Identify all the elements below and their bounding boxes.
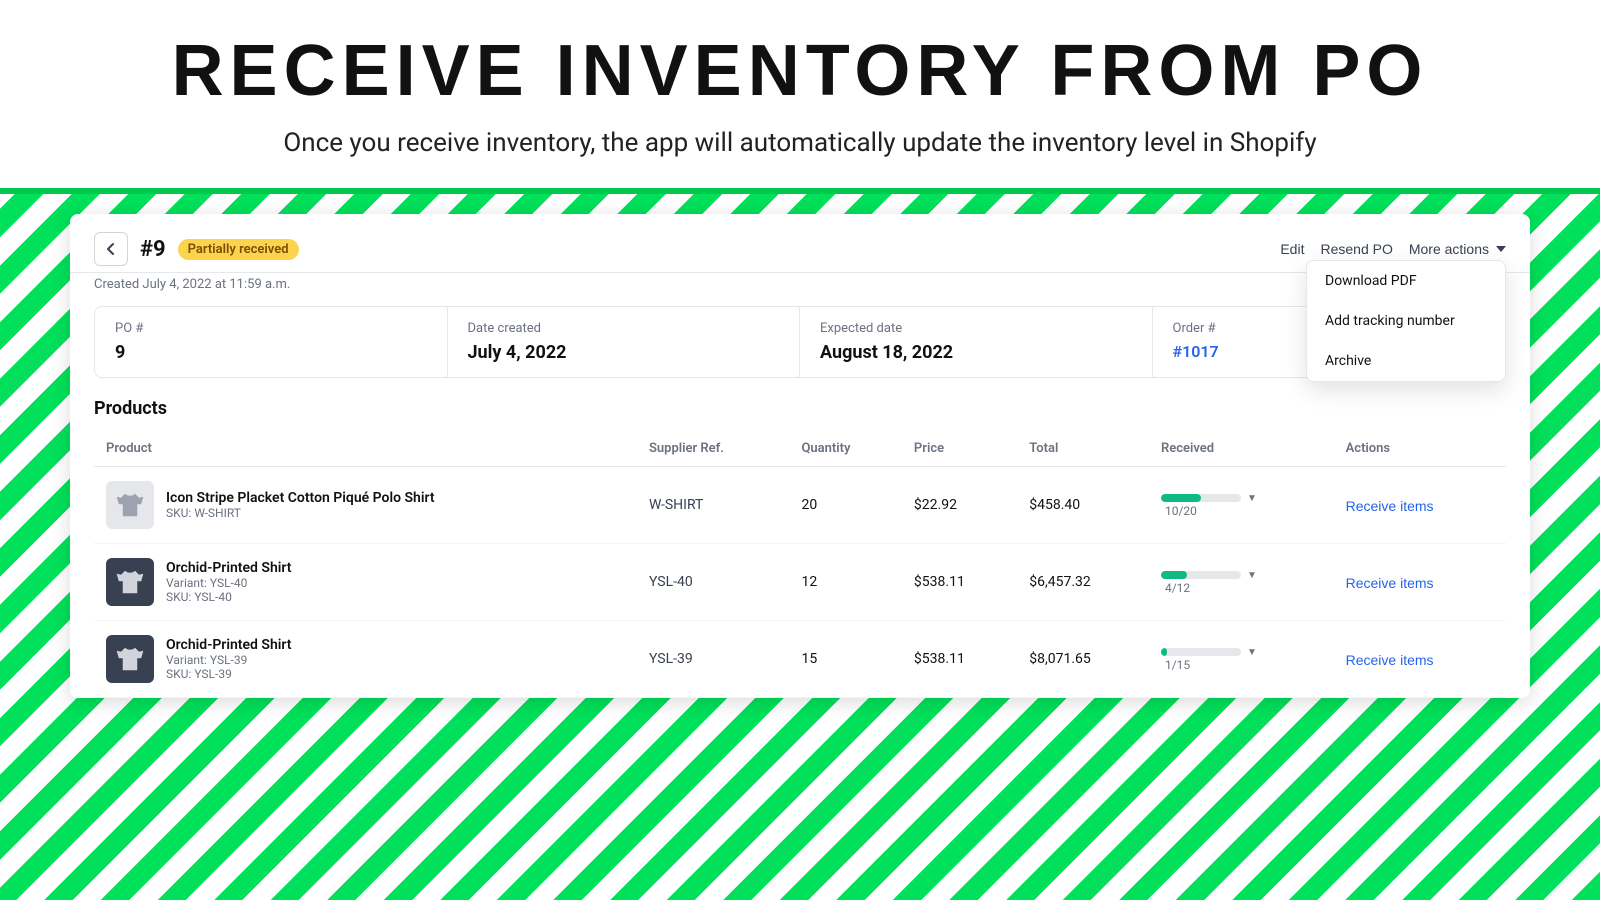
dropdown-menu: Download PDF Add tracking number Archive xyxy=(1306,260,1506,382)
received-count: 10/20 xyxy=(1165,504,1322,518)
progress-container: ▼ xyxy=(1161,493,1322,504)
total-cell: $6,457.32 xyxy=(1017,544,1149,621)
product-sku: SKU: YSL-40 xyxy=(166,590,291,604)
product-details: Icon Stripe Placket Cotton Piqué Polo Sh… xyxy=(166,490,435,520)
products-title: Products xyxy=(94,398,1506,419)
card-header: #9 Partially received Edit Resend PO Mor… xyxy=(70,214,1530,273)
quantity-cell: 15 xyxy=(789,621,901,698)
total-cell: $458.40 xyxy=(1017,467,1149,544)
header-actions: Edit Resend PO More actions xyxy=(1280,235,1506,263)
expected-date-value: August 18, 2022 xyxy=(820,342,1132,363)
progress-bar-fill xyxy=(1161,571,1187,579)
supplier-ref-cell: YSL-39 xyxy=(637,621,790,698)
product-name: Orchid-Printed Shirt xyxy=(166,560,291,576)
back-button[interactable] xyxy=(94,232,128,266)
product-name: Orchid-Printed Shirt xyxy=(166,637,291,653)
supplier-ref-cell: YSL-40 xyxy=(637,544,790,621)
col-actions: Actions xyxy=(1334,431,1506,467)
product-cell: Orchid-Printed Shirt Variant: YSL-40 SKU… xyxy=(94,544,637,621)
progress-bar-fill xyxy=(1161,648,1167,656)
total-cell: $8,071.65 xyxy=(1017,621,1149,698)
po-number-value: 9 xyxy=(115,342,427,363)
progress-dropdown-icon[interactable]: ▼ xyxy=(1247,493,1257,504)
price-cell: $22.92 xyxy=(902,467,1017,544)
product-variant: Variant: YSL-39 xyxy=(166,653,291,667)
received-cell: ▼ 1/15 xyxy=(1149,621,1334,698)
date-created-cell: Date created July 4, 2022 xyxy=(448,307,801,377)
product-name: Icon Stripe Placket Cotton Piqué Polo Sh… xyxy=(166,490,435,506)
expected-date-label: Expected date xyxy=(820,321,1132,336)
date-created-label: Date created xyxy=(468,321,780,336)
more-actions-button[interactable]: More actions xyxy=(1409,235,1506,263)
supplier-ref-cell: W-SHIRT xyxy=(637,467,790,544)
products-table: Product Supplier Ref. Quantity Price Tot… xyxy=(94,431,1506,698)
po-info-grid: PO # 9 Date created July 4, 2022 Expecte… xyxy=(94,306,1506,378)
actions-cell: Receive items xyxy=(1334,544,1506,621)
product-variant: Variant: YSL-40 xyxy=(166,576,291,590)
receive-items-button[interactable]: Receive items xyxy=(1346,575,1434,591)
received-count: 1/15 xyxy=(1165,658,1322,672)
po-number-label: PO # xyxy=(115,321,427,336)
product-sku: SKU: W-SHIRT xyxy=(166,506,435,520)
chevron-down-icon xyxy=(1496,246,1506,252)
price-cell: $538.11 xyxy=(902,544,1017,621)
top-banner: RECEIVE INVENTORY FROM PO Once you recei… xyxy=(0,0,1600,194)
edit-button[interactable]: Edit xyxy=(1280,235,1304,263)
expected-date-cell: Expected date August 18, 2022 xyxy=(800,307,1153,377)
dropdown-add-tracking[interactable]: Add tracking number xyxy=(1307,301,1505,341)
page-title: RECEIVE INVENTORY FROM PO xyxy=(20,30,1580,112)
col-quantity: Quantity xyxy=(789,431,901,467)
received-cell: ▼ 10/20 xyxy=(1149,467,1334,544)
actions-cell: Receive items xyxy=(1334,621,1506,698)
col-product: Product xyxy=(94,431,637,467)
receive-items-button[interactable]: Receive items xyxy=(1346,652,1434,668)
product-info: Orchid-Printed Shirt Variant: YSL-39 SKU… xyxy=(106,635,625,683)
main-card: #9 Partially received Edit Resend PO Mor… xyxy=(70,214,1530,698)
progress-container: ▼ xyxy=(1161,647,1322,658)
progress-bar-wrapper xyxy=(1161,494,1241,502)
col-price: Price xyxy=(902,431,1017,467)
dropdown-download-pdf[interactable]: Download PDF xyxy=(1307,261,1505,301)
page-subtitle: Once you receive inventory, the app will… xyxy=(20,124,1580,163)
status-badge: Partially received xyxy=(178,239,299,260)
col-received: Received xyxy=(1149,431,1334,467)
progress-dropdown-icon[interactable]: ▼ xyxy=(1247,570,1257,581)
product-sku: SKU: YSL-39 xyxy=(166,667,291,681)
progress-dropdown-icon[interactable]: ▼ xyxy=(1247,647,1257,658)
product-details: Orchid-Printed Shirt Variant: YSL-40 SKU… xyxy=(166,560,291,604)
product-details: Orchid-Printed Shirt Variant: YSL-39 SKU… xyxy=(166,637,291,681)
product-info: Orchid-Printed Shirt Variant: YSL-40 SKU… xyxy=(106,558,625,606)
price-cell: $538.11 xyxy=(902,621,1017,698)
quantity-cell: 20 xyxy=(789,467,901,544)
po-number: #9 xyxy=(140,237,166,262)
progress-bar-fill xyxy=(1161,494,1201,502)
product-cell: Orchid-Printed Shirt Variant: YSL-39 SKU… xyxy=(94,621,637,698)
product-image xyxy=(106,635,154,683)
progress-bar-wrapper xyxy=(1161,571,1241,579)
actions-cell: Receive items xyxy=(1334,467,1506,544)
progress-bar-wrapper xyxy=(1161,648,1241,656)
product-cell: Icon Stripe Placket Cotton Piqué Polo Sh… xyxy=(94,467,637,544)
col-total: Total xyxy=(1017,431,1149,467)
receive-items-button[interactable]: Receive items xyxy=(1346,498,1434,514)
col-supplier-ref: Supplier Ref. xyxy=(637,431,790,467)
received-count: 4/12 xyxy=(1165,581,1322,595)
received-cell: ▼ 4/12 xyxy=(1149,544,1334,621)
product-info: Icon Stripe Placket Cotton Piqué Polo Sh… xyxy=(106,481,625,529)
progress-container: ▼ xyxy=(1161,570,1322,581)
po-number-cell: PO # 9 xyxy=(95,307,448,377)
table-row: Orchid-Printed Shirt Variant: YSL-39 SKU… xyxy=(94,621,1506,698)
table-row: Orchid-Printed Shirt Variant: YSL-40 SKU… xyxy=(94,544,1506,621)
products-section: Products Product Supplier Ref. Quantity … xyxy=(70,398,1530,698)
quantity-cell: 12 xyxy=(789,544,901,621)
dropdown-archive[interactable]: Archive xyxy=(1307,341,1505,381)
table-row: Icon Stripe Placket Cotton Piqué Polo Sh… xyxy=(94,467,1506,544)
resend-po-button[interactable]: Resend PO xyxy=(1320,235,1392,263)
product-image xyxy=(106,481,154,529)
product-image xyxy=(106,558,154,606)
date-created-value: July 4, 2022 xyxy=(468,342,780,363)
